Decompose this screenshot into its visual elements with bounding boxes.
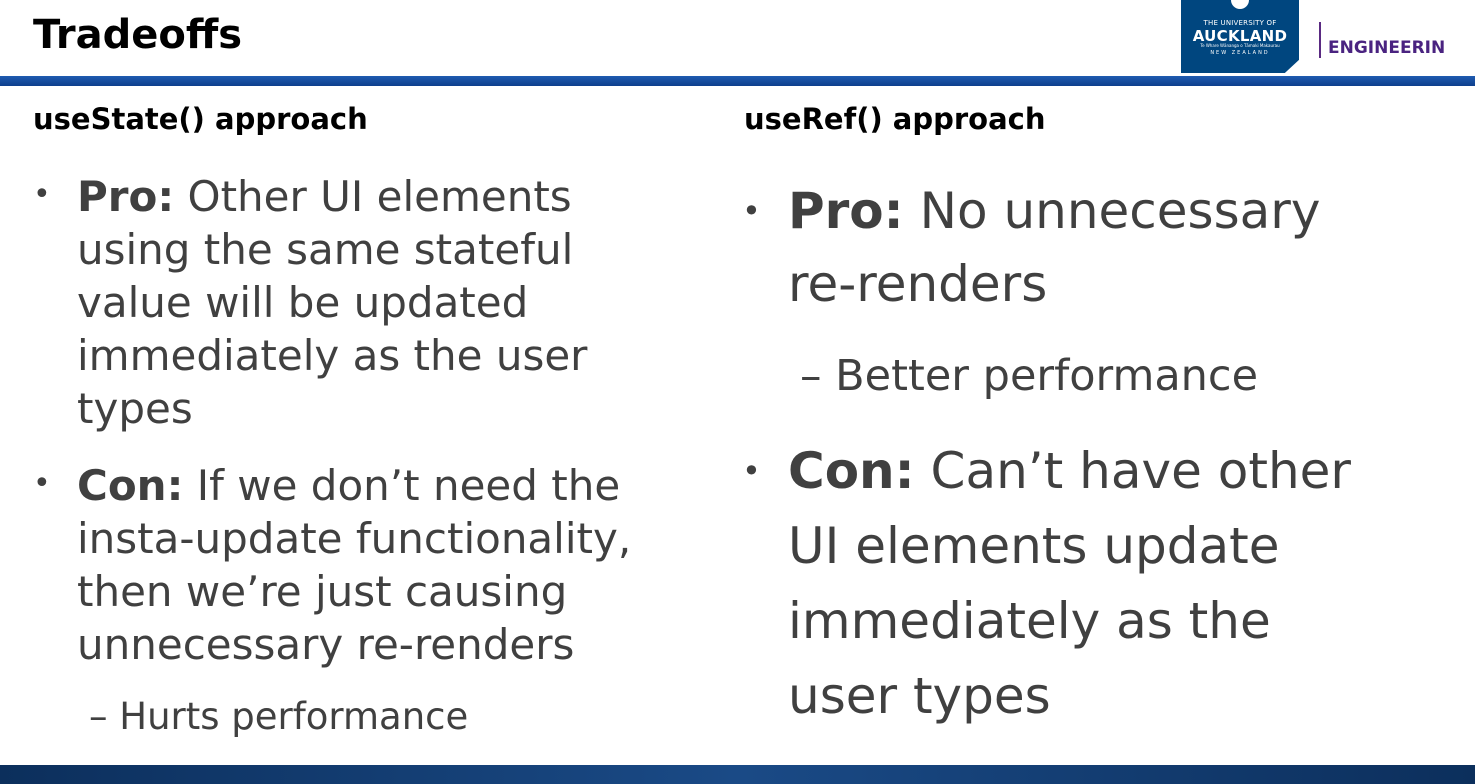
logo-line4: NEW ZEALAND	[1210, 50, 1270, 56]
left-column-heading: useState() approach	[33, 102, 368, 136]
crest-icon	[1231, 0, 1249, 9]
right-con-label: Con:	[788, 442, 915, 500]
right-pro-bullet: • Pro: No unnecessary re-renders	[742, 175, 1388, 321]
bullet-icon: •	[33, 466, 51, 501]
bullet-icon: •	[33, 177, 51, 212]
right-con-bullet: • Con: Can’t have other UI elements upda…	[742, 434, 1388, 734]
slide-header: Tradeoffs THE UNIVERSITY OF AUCKLAND Te …	[0, 0, 1475, 76]
faculty-label: ENGINEERIN	[1328, 38, 1446, 58]
left-con-subpoint: – Hurts performance	[89, 695, 469, 738]
left-pro-bullet: • Pro: Other UI elements using the same …	[33, 170, 677, 435]
slide-footer-bar	[0, 765, 1475, 784]
header-rule	[0, 76, 1475, 86]
faculty-divider	[1319, 22, 1321, 58]
bullet-icon: •	[742, 192, 761, 230]
right-pro-subpoint: – Better performance	[800, 351, 1259, 401]
right-pro-label: Pro:	[788, 182, 904, 240]
logo-line3: Te Whare Wānanga o Tāmaki Makaurau	[1200, 43, 1280, 48]
bullet-icon: •	[742, 452, 761, 490]
right-column-heading: useRef() approach	[744, 102, 1046, 136]
left-con-bullet: • Con: If we don’t need the insta-update…	[33, 459, 677, 671]
university-logo: THE UNIVERSITY OF AUCKLAND Te Whare Wāna…	[1181, 0, 1299, 73]
left-con-label: Con:	[77, 461, 184, 510]
logo-line1: THE UNIVERSITY OF	[1203, 19, 1277, 27]
slide-title: Tradeoffs	[33, 12, 243, 58]
left-pro-label: Pro:	[77, 172, 175, 221]
